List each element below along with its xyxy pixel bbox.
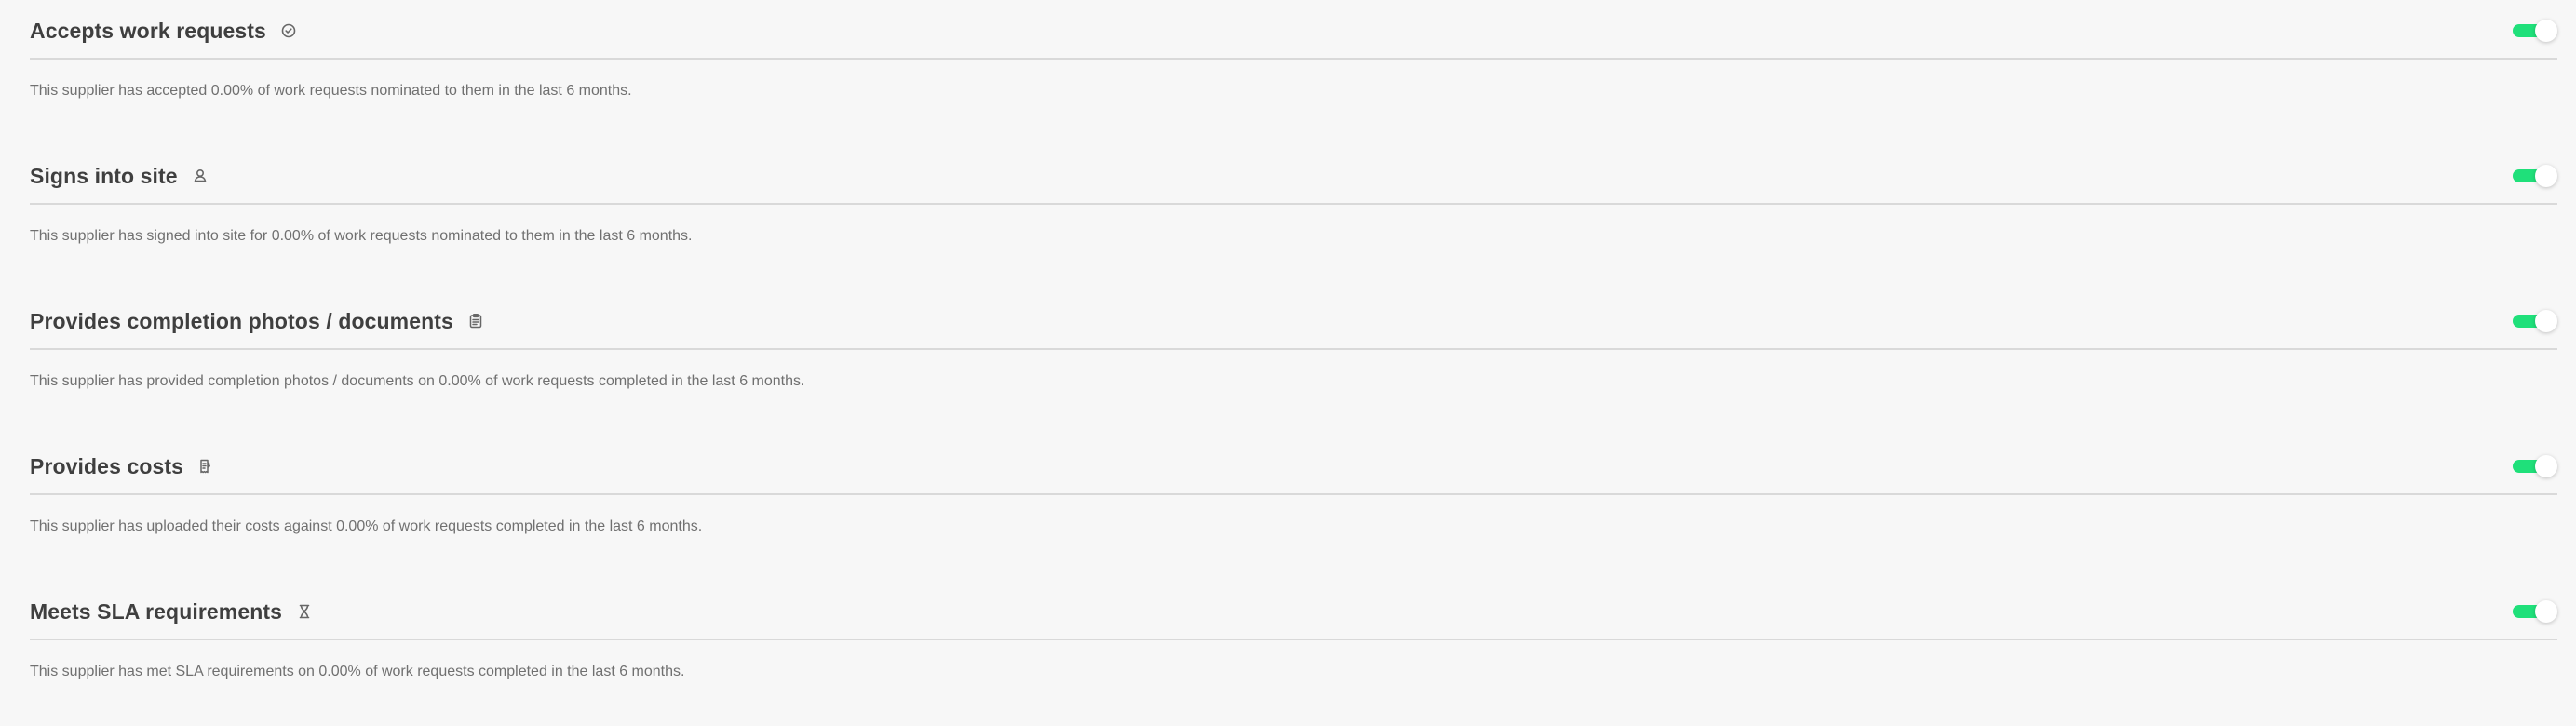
toggle-knob (2535, 310, 2557, 332)
check-circle-icon (279, 21, 298, 40)
section-title: Signs into site (30, 163, 178, 188)
user-icon (191, 167, 209, 185)
section-title-wrap: Provides completion photos / documents (30, 306, 485, 336)
section-header: Signs into site (30, 145, 2557, 205)
section-title-wrap: Accepts work requests (30, 16, 298, 46)
section-title: Meets SLA requirements (30, 598, 283, 624)
section-description: This supplier has met SLA requirements o… (30, 664, 685, 679)
meets-sla-requirements-toggle[interactable] (2513, 598, 2557, 625)
section-description: This supplier has signed into site for 0… (30, 228, 693, 244)
section-header: Meets SLA requirements (30, 581, 2557, 640)
setting-provides-costs: Provides costs This supplier has uploade… (30, 436, 2557, 581)
section-description: This supplier has uploaded their costs a… (30, 518, 703, 534)
setting-provides-completion-photos: Provides completion photos / documents T… (30, 290, 2557, 436)
setting-meets-sla-requirements: Meets SLA requirements This supplier has… (30, 581, 2557, 726)
section-title-wrap: Signs into site (30, 161, 209, 191)
signs-into-site-toggle[interactable] (2513, 163, 2557, 189)
setting-accepts-work-requests: Accepts work requests This supplier has … (30, 0, 2557, 145)
toggle-knob (2535, 455, 2557, 477)
setting-signs-into-site: Signs into site This supplier has signed… (30, 145, 2557, 290)
section-title: Accepts work requests (30, 18, 266, 43)
section-description: This supplier has provided completion ph… (30, 373, 805, 389)
section-header: Provides costs (30, 436, 2557, 495)
accepts-work-requests-toggle[interactable] (2513, 18, 2557, 44)
provides-costs-toggle[interactable] (2513, 453, 2557, 479)
section-description: This supplier has accepted 0.00% of work… (30, 83, 632, 99)
section-title: Provides costs (30, 453, 184, 478)
section-title: Provides completion photos / documents (30, 308, 453, 333)
clipboard-icon (466, 312, 485, 330)
supplier-performance-settings: Accepts work requests This supplier has … (0, 0, 2576, 701)
section-header: Provides completion photos / documents (30, 290, 2557, 350)
toggle-knob (2535, 600, 2557, 623)
section-header: Accepts work requests (30, 0, 2557, 60)
hourglass-icon (295, 602, 314, 621)
receipt-icon (196, 457, 215, 476)
provides-completion-photos-toggle[interactable] (2513, 308, 2557, 334)
section-title-wrap: Meets SLA requirements (30, 597, 314, 626)
section-title-wrap: Provides costs (30, 451, 215, 481)
toggle-knob (2535, 165, 2557, 187)
toggle-knob (2535, 20, 2557, 42)
